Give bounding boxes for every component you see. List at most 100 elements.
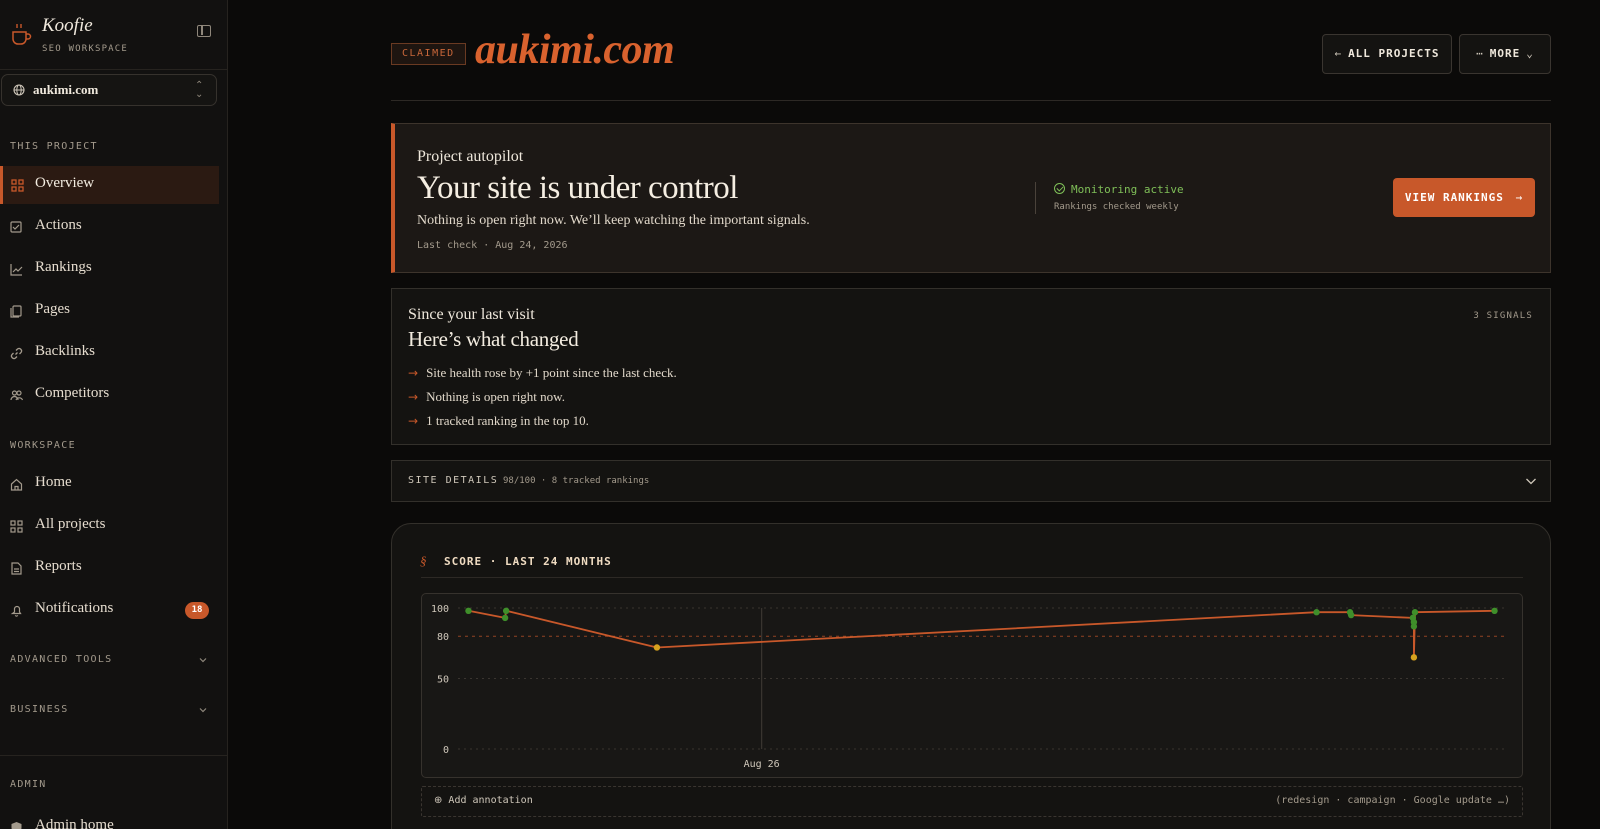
document-icon bbox=[11, 562, 22, 575]
annotation-hint: (redesign · campaign · Google update …) bbox=[1275, 795, 1510, 806]
brand-name: Koofie bbox=[42, 15, 93, 36]
change-item: → 1 tracked ranking in the top 10. bbox=[408, 413, 589, 429]
sidebar-item-competitors[interactable]: Competitors bbox=[0, 376, 219, 414]
sidebar-item-label: Notifications bbox=[35, 600, 114, 616]
sidebar-item-notifications[interactable]: Notifications 18 bbox=[0, 591, 219, 629]
changes-card: Since your last visit Here’s what change… bbox=[391, 288, 1551, 445]
page-title: aukimi.com bbox=[475, 27, 675, 73]
score-title: SCORE · LAST 24 MONTHS bbox=[444, 555, 612, 568]
change-item-text: 1 tracked ranking in the top 10. bbox=[426, 413, 589, 428]
chevron-updown-icon: ⌃ ⌄ bbox=[195, 80, 204, 100]
add-annotation-label: Add annotation bbox=[448, 795, 533, 806]
group-toggle-business[interactable]: BUSINESS bbox=[0, 696, 219, 726]
checklist-icon bbox=[10, 221, 22, 233]
view-rankings-button[interactable]: VIEW RANKINGS → bbox=[1393, 178, 1535, 217]
change-item: → Nothing is open right now. bbox=[408, 389, 565, 405]
brand-header: Koofie SEO WORKSPACE bbox=[0, 0, 228, 70]
signals-count: 3 SIGNALS bbox=[1473, 311, 1533, 321]
sidebar-toggle-icon[interactable] bbox=[197, 25, 211, 37]
header-divider bbox=[391, 100, 1551, 101]
group-toggle-advanced-tools[interactable]: ADVANCED TOOLS bbox=[0, 646, 219, 676]
chevron-down-icon: ⌄ bbox=[1526, 47, 1534, 60]
change-item-text: Site health rose by +1 point since the l… bbox=[426, 365, 677, 380]
data-point bbox=[502, 607, 510, 615]
sidebar-item-label: Rankings bbox=[35, 259, 92, 275]
all-projects-label: ALL PROJECTS bbox=[1348, 47, 1440, 60]
site-details-label: SITE DETAILS bbox=[408, 475, 499, 486]
autopilot-card: Project autopilot Your site is under con… bbox=[391, 123, 1551, 273]
change-item: → Site health rose by +1 point since the … bbox=[408, 365, 677, 381]
view-rankings-label: VIEW RANKINGS bbox=[1404, 191, 1504, 204]
data-point bbox=[1410, 623, 1418, 630]
project-selector[interactable]: aukimi.com ⌃ ⌄ bbox=[1, 74, 217, 106]
data-point bbox=[1411, 609, 1419, 616]
sidebar-item-label: Home bbox=[35, 474, 72, 490]
project-selector-value: aukimi.com bbox=[33, 82, 99, 97]
data-point bbox=[1347, 611, 1355, 619]
sidebar-item-rankings[interactable]: Rankings bbox=[0, 250, 219, 288]
sidebar-item-actions[interactable]: Actions bbox=[0, 208, 219, 246]
all-projects-button[interactable]: ← ALL PROJECTS bbox=[1322, 34, 1452, 74]
pages-icon bbox=[10, 305, 22, 318]
sidebar-item-home[interactable]: Home bbox=[0, 465, 219, 503]
sidebar-item-admin-home[interactable]: Admin home bbox=[0, 808, 219, 829]
y-tick-label: 0 bbox=[443, 745, 449, 756]
sidebar-item-backlinks[interactable]: Backlinks bbox=[0, 334, 219, 372]
sidebar-item-reports[interactable]: Reports bbox=[0, 549, 219, 587]
trend-chart-icon bbox=[10, 264, 23, 276]
grid-icon bbox=[11, 179, 24, 192]
data-point bbox=[653, 644, 661, 651]
sidebar: Koofie SEO WORKSPACE aukimi.com ⌃ ⌄ THIS … bbox=[0, 0, 228, 829]
data-point bbox=[465, 607, 472, 615]
plus-circle-icon: ⊕ bbox=[434, 795, 443, 806]
arrow-right-icon: → bbox=[408, 390, 419, 404]
y-tick-label: 80 bbox=[437, 632, 449, 643]
add-annotation-button[interactable]: ⊕ Add annotation (redesign · campaign · … bbox=[421, 786, 1523, 817]
score-line bbox=[468, 609, 1495, 659]
data-point bbox=[1410, 654, 1418, 661]
divider bbox=[1035, 182, 1036, 214]
check-circle-icon bbox=[1054, 183, 1065, 194]
coffee-cup-icon bbox=[12, 24, 32, 45]
claimed-badge: CLAIMED bbox=[391, 43, 466, 65]
add-annotation: ⊕ Add annotation bbox=[434, 795, 533, 806]
chevron-down-icon bbox=[199, 708, 207, 713]
score-chart-svg: 100 80 50 0 Aug 26 bbox=[431, 604, 1505, 770]
chevron-down-icon bbox=[199, 658, 207, 663]
data-point bbox=[1491, 607, 1498, 615]
bell-icon bbox=[10, 605, 22, 617]
change-item-text: Nothing is open right now. bbox=[426, 389, 565, 404]
sidebar-item-label: Admin home bbox=[35, 817, 114, 829]
sidebar-item-label: Actions bbox=[35, 217, 82, 233]
y-tick-label: 100 bbox=[431, 604, 449, 615]
main-content: CLAIMED aukimi.com ← ALL PROJECTS ⋯ MORE ⌄ … bbox=[228, 0, 1600, 829]
autopilot-description: Nothing is open right now. We’ll keep wa… bbox=[417, 213, 810, 228]
sidebar-item-label: Competitors bbox=[35, 385, 110, 401]
sidebar-item-label: All projects bbox=[35, 516, 106, 532]
x-tick-label: Aug 26 bbox=[744, 759, 780, 770]
y-tick-label: 50 bbox=[437, 675, 449, 686]
chevron-down-icon bbox=[1526, 478, 1536, 485]
monitoring-frequency: Rankings checked weekly bbox=[1054, 202, 1179, 212]
sidebar-item-label: Backlinks bbox=[35, 343, 95, 359]
more-label: MORE bbox=[1489, 47, 1521, 60]
group-label: BUSINESS bbox=[10, 704, 69, 715]
sidebar-item-overview[interactable]: Overview bbox=[0, 166, 219, 204]
sidebar-item-all-projects[interactable]: All projects bbox=[0, 507, 219, 545]
last-check-text: Last check · Aug 24, 2026 bbox=[417, 240, 568, 251]
score-chart[interactable]: 100 80 50 0 Aug 26 bbox=[421, 593, 1523, 778]
sidebar-item-pages[interactable]: Pages bbox=[0, 292, 219, 330]
autopilot-headline: Your site is under control bbox=[417, 170, 738, 206]
section-label-admin: ADMIN bbox=[10, 779, 47, 790]
group-label: ADVANCED TOOLS bbox=[10, 654, 113, 665]
globe-icon bbox=[13, 84, 25, 96]
sidebar-item-label: Overview bbox=[35, 175, 95, 191]
notifications-count-badge: 18 bbox=[185, 602, 209, 619]
data-point bbox=[1313, 609, 1320, 616]
arrow-left-icon: ← bbox=[1334, 47, 1343, 60]
site-details-toggle[interactable]: SITE DETAILS 98/100 · 8 tracked rankings bbox=[391, 460, 1551, 502]
data-point bbox=[501, 614, 509, 622]
more-button[interactable]: ⋯ MORE ⌄ bbox=[1459, 34, 1551, 74]
shield-icon bbox=[11, 822, 22, 829]
score-card: § SCORE · LAST 24 MONTHS 100 80 50 0 Aug 26 … bbox=[391, 523, 1551, 829]
